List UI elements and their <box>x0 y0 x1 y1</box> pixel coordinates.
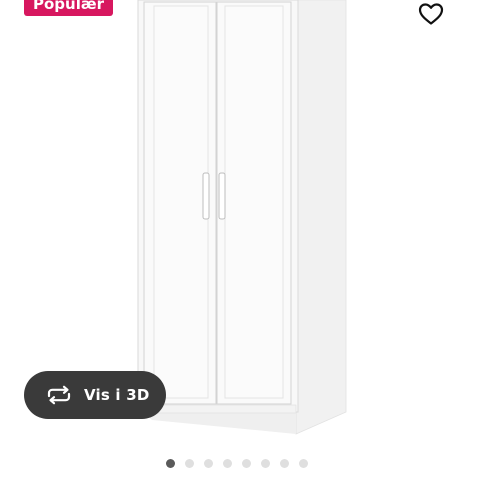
view-in-3d-label: Vis i 3D <box>84 386 150 404</box>
carousel-dot[interactable] <box>261 459 270 468</box>
view-in-3d-button[interactable]: Vis i 3D <box>24 371 166 419</box>
carousel-dot[interactable] <box>242 459 251 468</box>
favorite-button[interactable] <box>416 0 446 28</box>
carousel-dot[interactable] <box>299 459 308 468</box>
right-handle <box>218 172 226 220</box>
carousel-dot[interactable] <box>223 459 232 468</box>
carousel-indicators <box>166 459 308 468</box>
carousel-dot[interactable] <box>204 459 213 468</box>
wardrobe-side <box>295 0 347 435</box>
popular-badge: Populær <box>24 0 113 16</box>
heart-outline-icon <box>418 3 444 25</box>
left-handle <box>202 172 210 220</box>
carousel-dot[interactable] <box>185 459 194 468</box>
rotate-3d-icon <box>46 385 72 405</box>
product-image[interactable] <box>120 0 360 440</box>
carousel-dot[interactable] <box>280 459 289 468</box>
wardrobe-plinth <box>143 404 297 414</box>
carousel-dot[interactable] <box>166 459 175 468</box>
